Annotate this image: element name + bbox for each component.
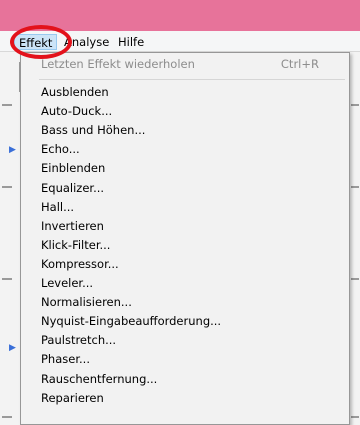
track-tick (351, 416, 359, 418)
menu-item-effect[interactable]: Normalisieren... (21, 293, 349, 312)
track-tick (2, 416, 12, 418)
menu-separator (39, 79, 345, 80)
track-tick (351, 186, 359, 188)
menu-item-effect[interactable]: Invertieren (21, 217, 349, 236)
track-control-strip (0, 52, 20, 425)
track-tick (351, 278, 359, 280)
menu-effekt[interactable]: Effekt (14, 34, 58, 50)
menu-item-effect[interactable]: Phaser... (21, 350, 349, 369)
menu-item-effect[interactable]: Equalizer... (21, 179, 349, 198)
right-edge-strip (350, 52, 360, 425)
menu-item-effect[interactable]: Klick-Filter... (21, 236, 349, 255)
menu-item-repeat-last-effect[interactable]: Letzten Effekt wiederholen Ctrl+R (21, 55, 349, 74)
menu-item-effect[interactable]: Bass und Höhen... (21, 121, 349, 140)
track-tick (351, 104, 359, 106)
menu-item-effect[interactable]: Kompressor... (21, 255, 349, 274)
effekt-dropdown-menu: Letzten Effekt wiederholen Ctrl+R Ausble… (20, 52, 350, 425)
play-position-icon: ▶ (9, 343, 16, 353)
menu-item-effect[interactable]: Reparieren (21, 389, 349, 408)
menu-analyse[interactable]: Analyse (60, 34, 113, 50)
window-titlebar (0, 0, 360, 31)
menu-item-effect[interactable]: Hall... (21, 198, 349, 217)
menu-item-effect[interactable]: Ausblenden (21, 83, 349, 102)
menu-item-effect[interactable]: Einblenden (21, 159, 349, 178)
shortcut-label: Ctrl+R (280, 57, 319, 71)
menu-bar: Effekt Analyse Hilfe (0, 31, 360, 52)
menu-item-effect[interactable]: Leveler... (21, 274, 349, 293)
track-tick (2, 278, 12, 280)
track-tick (2, 186, 12, 188)
menu-item-effect[interactable]: Paulstretch... (21, 331, 349, 350)
play-position-icon: ▶ (9, 145, 16, 155)
menu-item-label: Letzten Effekt wiederholen (41, 57, 195, 71)
menu-hilfe[interactable]: Hilfe (114, 34, 148, 50)
toolbar-edge (0, 62, 20, 92)
menu-item-effect[interactable]: Echo... (21, 140, 349, 159)
menu-item-effect[interactable]: Rauschentfernung... (21, 370, 349, 389)
menu-item-effect[interactable]: Auto-Duck... (21, 102, 349, 121)
menu-item-effect[interactable]: Nyquist-Eingabeaufforderung... (21, 312, 349, 331)
track-tick (2, 104, 12, 106)
